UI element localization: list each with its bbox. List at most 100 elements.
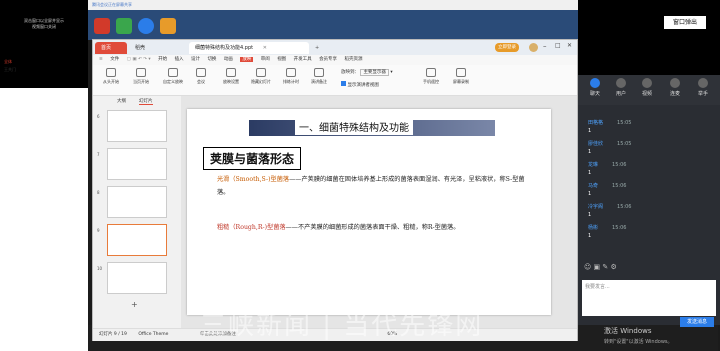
chat-tool-icons[interactable]: ☺ ▣ ✎ ⚙ xyxy=(584,263,617,271)
hide-slide-button[interactable]: 隐藏幻灯片 xyxy=(247,68,275,85)
message-text: 1 xyxy=(588,212,592,218)
minimize-icon[interactable]: – xyxy=(543,42,547,50)
slide-thumbnail[interactable] xyxy=(107,148,167,180)
tab-video[interactable]: 视频 xyxy=(636,78,658,97)
menu-design[interactable]: 设计 xyxy=(191,57,200,62)
menu-member[interactable]: 会员专享 xyxy=(319,57,337,62)
menu-developer[interactable]: 开发工具 xyxy=(294,57,312,62)
tab-docer[interactable]: 稻壳 xyxy=(129,42,167,54)
windows-activation-sub: 转到"设置"以激活 Windows。 xyxy=(604,339,673,345)
custom-show-button[interactable]: 自定义放映 xyxy=(159,68,187,85)
news-watermark: 三峡新闻 | 当代先锋网 xyxy=(200,311,484,341)
add-slide-button[interactable]: + xyxy=(131,300,138,309)
slide-thumbnail[interactable] xyxy=(107,186,167,218)
toolbar-label: 屏幕录制 xyxy=(453,79,469,84)
desktop-app-icon[interactable] xyxy=(160,18,176,34)
menu-file[interactable]: 文件 xyxy=(110,57,119,62)
send-message-button[interactable]: 发送消息 xyxy=(680,317,714,327)
rehearse-icon xyxy=(286,68,296,77)
maximize-icon[interactable]: □ xyxy=(555,42,561,49)
hamburger-icon[interactable]: ≡ xyxy=(99,57,103,62)
slide-thumbnail[interactable] xyxy=(107,262,167,294)
menu-view[interactable]: 视图 xyxy=(277,57,286,62)
close-tab-icon[interactable]: ✕ xyxy=(263,45,267,51)
windows-activation-notice: 激活 Windows xyxy=(604,327,652,335)
toolbar-label: 当页开始 xyxy=(133,79,149,84)
notes-button[interactable]: 演讲备注 xyxy=(305,68,333,85)
conference-chat-panel: 聊天 用户 视频 连麦 举手 田格格 15:05 1 廖佳欣 15:05 1 龙琳 15:… xyxy=(578,75,720,327)
menu-insert[interactable]: 插入 xyxy=(175,57,184,62)
menu-transition[interactable]: 切换 xyxy=(207,57,216,62)
presenter-view-label: 显示演讲者视图 xyxy=(347,83,379,88)
slide-thumbnail-selected[interactable] xyxy=(107,224,167,256)
menu-review[interactable]: 审阅 xyxy=(261,57,270,62)
tab-users[interactable]: 用户 xyxy=(610,78,632,97)
tab-label: 视频 xyxy=(641,91,652,97)
conference-tabs: 聊天 用户 视频 连麦 举手 xyxy=(578,75,720,105)
smooth-colony-paragraph: 光滑（Smooth,S-)型菌落——产荚膜的细菌在固体培养基上形成的菌落表面湿润… xyxy=(217,173,535,199)
tab-document[interactable]: 细菌特殊结构及功能4.ppt ✕ xyxy=(189,42,309,54)
thumb-number: 6 xyxy=(97,114,100,119)
popout-window-button[interactable]: 窗口弹出 xyxy=(664,16,706,29)
share-notice: 腾讯会议正在屏幕共享 xyxy=(88,0,578,10)
chat-message: 冷宇阁 15:06 1 xyxy=(588,203,631,218)
menu-animation[interactable]: 动画 xyxy=(224,57,233,62)
new-tab-button[interactable]: + xyxy=(309,42,323,54)
play-from-start-button[interactable]: 从头开始 xyxy=(97,68,125,85)
desktop-app-icon[interactable] xyxy=(94,18,110,34)
rehearse-button[interactable]: 排练计时 xyxy=(277,68,305,85)
message-text: 1 xyxy=(588,170,592,176)
tab-slides[interactable]: 幻灯片 xyxy=(139,98,153,105)
member-item[interactable]: 王共门 xyxy=(4,67,16,73)
avatar[interactable] xyxy=(529,43,538,52)
slide[interactable]: 一、细菌特殊结构及功能 荚膜与菌落形态 光滑（Smooth,S-)型菌落——产荚… xyxy=(187,109,551,315)
message-time: 15:06 xyxy=(612,162,627,168)
quick-access-icons[interactable]: ▢ ▣ ↶ ↷ ▾ xyxy=(127,57,151,62)
message-time: 15:06 xyxy=(617,204,632,210)
tab-outline[interactable]: 大纲 xyxy=(117,98,126,104)
toolbar-label: 排练计时 xyxy=(283,79,299,84)
presenter-view-checkbox[interactable]: 显示演讲者视图 xyxy=(341,81,379,88)
monitor-label: 放映到： xyxy=(341,70,359,75)
tab-chat[interactable]: 聊天 xyxy=(584,78,606,97)
sender-name: 马奇 xyxy=(588,183,599,189)
message-time: 15:06 xyxy=(612,183,627,189)
close-icon[interactable]: ✕ xyxy=(567,42,572,49)
message-time: 15:06 xyxy=(612,225,627,231)
desktop-app-icon[interactable] xyxy=(116,18,132,34)
tab-home[interactable]: 首页 xyxy=(95,42,127,54)
presenter-hint-line-2: 视频窗口关闭 xyxy=(32,24,56,29)
toolbar-label: 手机遥控 xyxy=(423,79,439,84)
play-icon xyxy=(106,68,116,77)
play-current-button[interactable]: 当页开始 xyxy=(127,68,155,85)
meeting-button[interactable]: 会议 xyxy=(187,68,215,85)
tab-raise-hand[interactable]: 举手 xyxy=(692,78,714,97)
hand-icon xyxy=(698,78,708,88)
message-text: 1 xyxy=(588,233,592,239)
monitor-selector[interactable]: 放映到： 主要显示器 ▾ xyxy=(341,69,393,76)
notes-icon xyxy=(314,68,324,77)
chat-input[interactable]: 我要发言... xyxy=(582,280,716,316)
presenter-video-area[interactable]: 双击窗口以全屏并显示 视频窗口关闭 xyxy=(0,0,88,88)
menu-slideshow[interactable]: 放映 xyxy=(240,57,254,62)
browser-icon[interactable] xyxy=(138,18,154,34)
rough-text: ——不产荚膜的细菌形成的菌落表面干燥、粗糙，称R-型菌落。 xyxy=(285,224,460,231)
slide-thumbnail[interactable] xyxy=(107,110,167,142)
slideshow-toolbar: 从头开始 当页开始 自定义放映 会议 放映设置 隐藏幻灯片 排练计时 演讲备注 … xyxy=(93,65,577,96)
users-icon xyxy=(616,78,626,88)
slide-canvas: 一、细菌特殊结构及功能 荚膜与菌落形态 光滑（Smooth,S-)型菌落——产荚… xyxy=(181,96,577,328)
menu-home[interactable]: 开始 xyxy=(158,57,167,62)
menu-docer[interactable]: 稻壳资源 xyxy=(345,57,363,62)
phone-remote-button[interactable]: 手机遥控 xyxy=(417,68,445,85)
show-settings-button[interactable]: 放映设置 xyxy=(217,68,245,85)
tab-mic-link[interactable]: 连麦 xyxy=(664,78,686,97)
checkbox-icon xyxy=(341,81,346,86)
member-tab[interactable]: 全体 xyxy=(4,59,12,65)
chat-message: 田格格 15:05 1 xyxy=(588,119,631,134)
screen-record-button[interactable]: 屏幕录制 xyxy=(447,68,475,85)
toolbar-label: 隐藏幻灯片 xyxy=(251,79,271,84)
sender-name: 廖佳欣 xyxy=(588,141,604,147)
login-button[interactable]: 立即登录 xyxy=(495,43,519,52)
smooth-term: 光滑（Smooth,S-)型菌落 xyxy=(217,176,290,183)
message-text: 1 xyxy=(588,149,592,155)
